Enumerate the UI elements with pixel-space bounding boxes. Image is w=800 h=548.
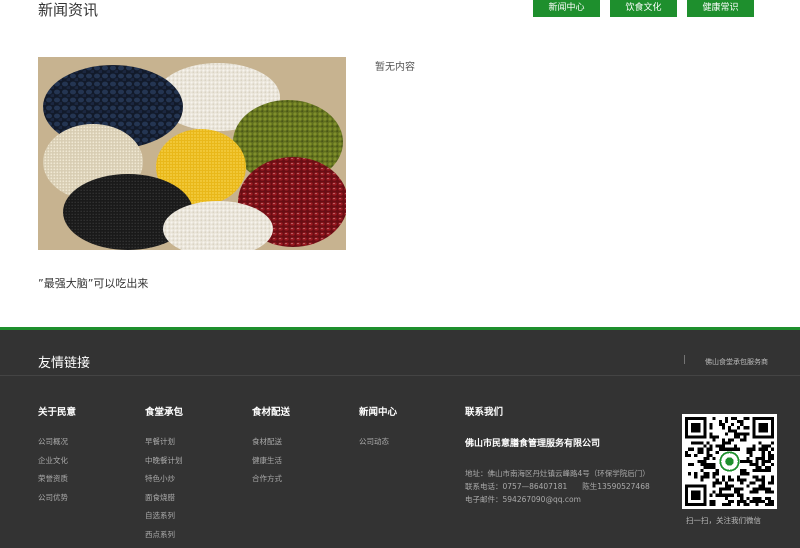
footer-link[interactable]: 公司概况 bbox=[38, 433, 76, 452]
footer-link[interactable]: 早餐计划 bbox=[145, 433, 183, 452]
company-name: 佛山市民意膳食管理服务有限公司 bbox=[465, 439, 601, 449]
footer-link[interactable]: 企业文化 bbox=[38, 452, 76, 471]
footer-link[interactable]: 自选系列 bbox=[145, 507, 183, 526]
footer-column-canteen: 食堂承包 早餐计划 中晚餐计划 特色小炒 面食烧腊 自选系列 西点系列 bbox=[145, 404, 183, 544]
tab-health-tips[interactable]: 健康常识 bbox=[687, 0, 754, 17]
wechat-qr-code bbox=[682, 414, 777, 509]
contact-email: 电子邮件：594267090@qq.com bbox=[465, 495, 581, 504]
footer-column-news: 新闻中心 公司动态 bbox=[359, 404, 397, 452]
footer-column-about: 关于民意 公司概况 企业文化 荣誉资质 公司优势 bbox=[38, 404, 76, 507]
footer-link[interactable]: 公司优势 bbox=[38, 489, 76, 508]
footer-contact: 联系我们 佛山市民意膳食管理服务有限公司 地址：佛山市南海区丹灶镇云峰路4号（环… bbox=[465, 404, 675, 506]
column-title: 新闻中心 bbox=[359, 407, 398, 418]
qr-caption: 扫一扫，关注我们微信 bbox=[686, 516, 761, 525]
footer-link[interactable]: 食材配送 bbox=[252, 433, 290, 452]
column-title: 关于民意 bbox=[38, 407, 77, 418]
footer-link[interactable]: 荣誉资质 bbox=[38, 470, 76, 489]
column-title: 食堂承包 bbox=[145, 407, 184, 418]
footer-link[interactable]: 特色小炒 bbox=[145, 470, 183, 489]
footer-link[interactable]: 合作方式 bbox=[252, 470, 290, 489]
news-tabs: 新闻中心 饮食文化 健康常识 bbox=[533, 0, 754, 17]
footer-link[interactable]: 中晚餐计划 bbox=[145, 452, 183, 471]
contact-address: 地址：佛山市南海区丹灶镇云峰路4号（环保学院后门） bbox=[465, 469, 650, 478]
footer-divider bbox=[0, 375, 800, 376]
page-title: 新闻资讯 bbox=[38, 1, 99, 19]
footer: 友情链接 | 佛山食堂承包服务商 关于民意 公司概况 企业文化 荣誉资质 公司优… bbox=[0, 330, 800, 548]
contact-title: 联系我们 bbox=[465, 407, 504, 418]
footer-link[interactable]: 健康生活 bbox=[252, 452, 290, 471]
tab-food-culture[interactable]: 饮食文化 bbox=[610, 0, 677, 17]
footer-link[interactable]: 面食烧腊 bbox=[145, 489, 183, 508]
news-thumbnail[interactable] bbox=[38, 57, 346, 250]
footer-link[interactable]: 西点系列 bbox=[145, 526, 183, 545]
friend-links-separator: | bbox=[683, 355, 687, 365]
friend-links-title: 友情链接 bbox=[38, 356, 91, 371]
friend-link-item[interactable]: 佛山食堂承包服务商 bbox=[705, 357, 768, 367]
news-headline-link[interactable]: ”最强大脑”可以吃出来 bbox=[38, 275, 148, 291]
tab-news-center[interactable]: 新闻中心 bbox=[533, 0, 600, 17]
empty-content-text: 暂无内容 bbox=[375, 62, 415, 73]
footer-link[interactable]: 公司动态 bbox=[359, 433, 397, 452]
column-title: 食材配送 bbox=[252, 407, 291, 418]
main-content: 新闻资讯 新闻中心 饮食文化 健康常识 暂无内容 ”最强大脑”可以吃出来 bbox=[0, 0, 800, 330]
contact-phone: 联系电话：0757—86407181 陈生13590527468 bbox=[465, 482, 650, 491]
footer-column-delivery: 食材配送 食材配送 健康生活 合作方式 bbox=[252, 404, 290, 489]
